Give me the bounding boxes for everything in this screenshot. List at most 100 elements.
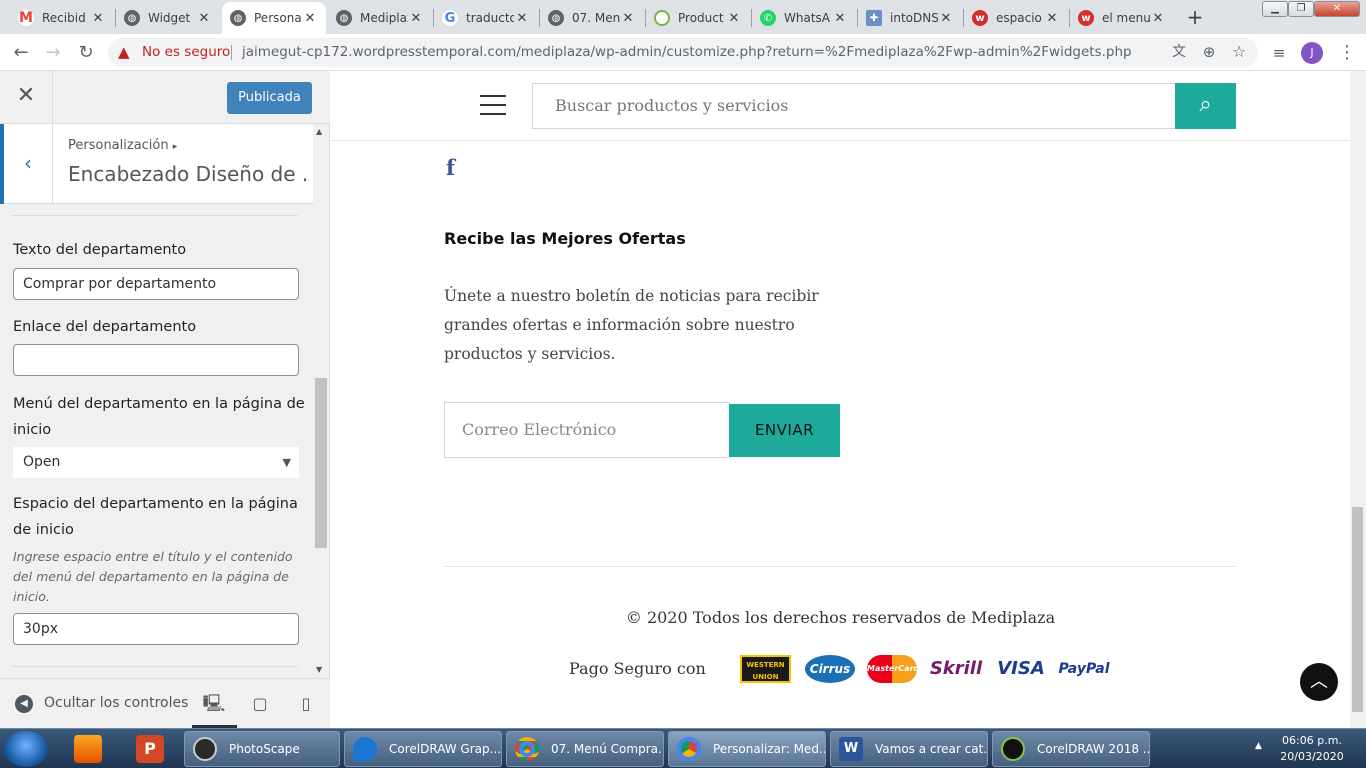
email-input[interactable]: Correo Electrónico <box>444 402 730 458</box>
submit-button[interactable]: ENVIAR <box>729 404 840 457</box>
panel-scrollbar-thumb[interactable] <box>315 378 327 548</box>
globe-icon: ◍ <box>336 10 352 26</box>
divider <box>12 215 298 216</box>
security-status[interactable]: No es seguro <box>142 44 230 60</box>
reload-icon[interactable]: ↻ <box>73 40 99 66</box>
customizer-footer: ◀ Ocultar los controles 🖳 ▢ ▯ <box>0 678 330 729</box>
hide-controls-button[interactable]: Ocultar los controles <box>44 695 188 711</box>
close-tab-icon[interactable]: ✕ <box>408 11 424 26</box>
forward-arrow-icon[interactable]: → <box>40 40 66 66</box>
clock-date: 20/03/2020 <box>1280 750 1344 763</box>
close-window-button[interactable]: ✕ <box>1314 1 1360 17</box>
dept-link-label: Enlace del departamento <box>13 319 197 335</box>
preview-scrollbar-thumb[interactable] <box>1352 507 1363 712</box>
customizer-panel: ✕ Publicada ‹ Personalización ▸ Encabeza… <box>0 71 330 729</box>
globe-icon: ◍ <box>124 10 140 26</box>
tab-widgets[interactable]: ◍ Widget ✕ <box>116 2 220 34</box>
tab-personalizar[interactable]: ◍ Persona ✕ <box>222 2 326 34</box>
dept-space-input[interactable]: 30px <box>13 613 299 645</box>
tab-gmail[interactable]: M Recibid ✕ <box>10 2 114 34</box>
media-player-icon[interactable] <box>74 735 102 763</box>
tab-title: espacio <box>996 11 1042 25</box>
tablet-preview-icon[interactable]: ▢ <box>247 691 273 717</box>
hamburger-menu-icon[interactable] <box>480 95 506 115</box>
publish-button[interactable]: Publicada <box>227 82 312 114</box>
minimize-window-button[interactable]: ▁ <box>1262 1 1288 17</box>
search-input[interactable]: Buscar productos y servicios <box>532 83 1176 129</box>
taskbar-item-word[interactable]: W Vamos a crear cat... <box>830 731 988 767</box>
footer-divider <box>444 566 1236 567</box>
customizer-header: ✕ Publicada <box>0 71 330 124</box>
taskbar-item-label: CorelDRAW 2018 ... <box>1037 742 1150 756</box>
caret-right-icon: ▸ <box>172 142 178 152</box>
bookmark-star-icon[interactable]: ☆ <box>1226 39 1252 65</box>
tab-menu-compra[interactable]: ◍ 07. Men ✕ <box>540 2 644 34</box>
browser-tab-strip: M Recibid ✕ ◍ Widget ✕ ◍ Persona ✕ ◍ Med… <box>0 0 1366 34</box>
skrill-logo: Skrill <box>929 658 983 679</box>
w-logo-icon: w <box>1078 10 1094 26</box>
tray-expand-icon[interactable]: ▲ <box>1255 741 1262 751</box>
clock-time: 06:06 p.m. <box>1282 734 1342 747</box>
powerpoint-icon[interactable]: P <box>136 735 164 763</box>
globe-icon: ◍ <box>548 10 564 26</box>
warning-triangle-icon[interactable]: ▲ <box>118 43 130 61</box>
close-tab-icon[interactable]: ✕ <box>938 11 954 26</box>
dept-menu-select[interactable]: Open ▼ <box>13 447 299 478</box>
media-queue-icon[interactable]: ≡ <box>1266 40 1292 66</box>
url-text[interactable]: jaimegut-cp172.wordpresstemporal.com/med… <box>242 44 1132 60</box>
taskbar-item-chrome-personalizar[interactable]: Personalizar: Med... <box>668 731 826 767</box>
translate-icon[interactable]: 文 <box>1166 39 1192 65</box>
coreldraw-2018-icon <box>1001 737 1025 761</box>
mobile-preview-icon[interactable]: ▯ <box>293 691 319 717</box>
close-icon[interactable]: ✕ <box>0 71 53 123</box>
tab-whatsapp[interactable]: ✆ WhatsA ✕ <box>752 2 856 34</box>
w-logo-icon: w <box>972 10 988 26</box>
close-tab-icon[interactable]: ✕ <box>514 11 530 26</box>
tab-intodns[interactable]: ✚ intoDNS ✕ <box>858 2 962 34</box>
taskbar-item-chrome-menu-compra[interactable]: 07. Menú Compra... <box>506 731 664 767</box>
taskbar-item-coreldraw-2018[interactable]: CorelDRAW 2018 ... <box>992 731 1150 767</box>
close-tab-icon[interactable]: ✕ <box>620 11 636 26</box>
hide-controls-icon[interactable]: ◀ <box>15 695 33 713</box>
dept-text-input[interactable]: Comprar por departamento <box>13 268 299 300</box>
system-clock[interactable]: 06:06 p.m. 20/03/2020 <box>1270 733 1354 765</box>
visa-logo: VISA <box>997 658 1045 679</box>
back-arrow-icon[interactable]: ← <box>8 40 34 66</box>
close-tab-icon[interactable]: ✕ <box>302 11 318 26</box>
maximize-window-button[interactable]: ❐ <box>1288 1 1314 17</box>
new-tab-button[interactable]: + <box>1182 5 1208 31</box>
scroll-to-top-button[interactable]: ︿ <box>1300 663 1338 701</box>
close-tab-icon[interactable]: ✕ <box>196 11 212 26</box>
facebook-icon[interactable]: f <box>446 155 455 180</box>
tab-mediplaza[interactable]: ◍ Mediplaz ✕ <box>328 2 432 34</box>
scroll-down-arrow-icon[interactable]: ▼ <box>316 665 322 674</box>
tab-productos[interactable]: Product ✕ <box>646 2 750 34</box>
close-tab-icon[interactable]: ✕ <box>1044 11 1060 26</box>
scroll-up-arrow-icon[interactable]: ▲ <box>316 127 322 136</box>
close-tab-icon[interactable]: ✕ <box>90 11 106 26</box>
start-button[interactable] <box>4 731 48 767</box>
menu-kebab-icon[interactable]: ⋮ <box>1334 40 1360 66</box>
search-icon: ⌕ <box>1199 92 1212 117</box>
profile-avatar[interactable]: J <box>1301 42 1323 64</box>
search-button[interactable]: ⌕ <box>1175 83 1236 129</box>
chrome-icon <box>515 737 539 761</box>
close-tab-icon[interactable]: ✕ <box>726 11 742 26</box>
address-bar[interactable]: ▲ No es seguro jaimegut-cp172.wordpresst… <box>108 38 1258 67</box>
dept-link-input[interactable] <box>13 344 299 376</box>
close-tab-icon[interactable]: ✕ <box>832 11 848 26</box>
chevron-left-icon[interactable]: ‹ <box>0 124 53 204</box>
tab-el-menu[interactable]: w el menu ✕ <box>1070 2 1174 34</box>
taskbar-item-coreldraw-graphics[interactable]: CorelDRAW Grap... <box>344 731 502 767</box>
select-value: Open <box>23 454 61 470</box>
taskbar-item-label: Personalizar: Med... <box>713 742 826 756</box>
tab-espacio[interactable]: w espacio ✕ <box>964 2 1068 34</box>
close-tab-icon[interactable]: ✕ <box>1150 11 1166 26</box>
zoom-icon[interactable]: ⊕ <box>1196 39 1222 65</box>
tab-title: Mediplaz <box>360 11 408 25</box>
section-title: Encabezado Diseño de ... <box>68 162 308 186</box>
tab-google-translate[interactable]: G traducto ✕ <box>434 2 538 34</box>
desktop-preview-icon[interactable]: 🖳 <box>201 691 227 717</box>
dept-menu-label: Menú del departamento en la página de in… <box>13 396 305 438</box>
taskbar-item-photoscape[interactable]: PhotoScape <box>184 731 340 767</box>
